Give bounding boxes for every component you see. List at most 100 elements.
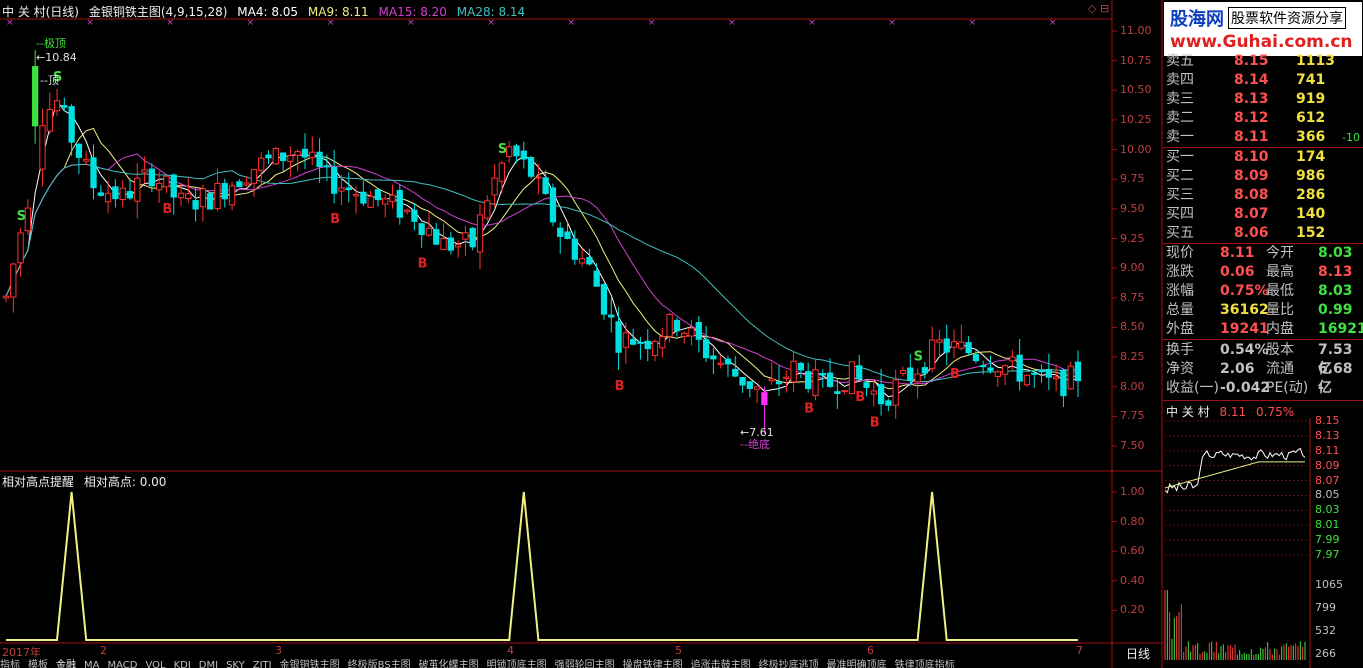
orderbook-row: 卖五 8.15 1113 xyxy=(1166,52,1362,71)
candle-body xyxy=(134,177,141,202)
buy-signal-label: B xyxy=(804,402,814,417)
buy-signal-label: B xyxy=(615,379,625,394)
orderbook-volume: 174 xyxy=(1296,149,1326,165)
indicator-tab[interactable]: ZJTJ xyxy=(253,660,272,668)
ma4-value: MA4: 8.05 xyxy=(237,5,299,19)
candle-body xyxy=(950,341,958,348)
candle-body xyxy=(112,186,119,200)
sell-signal-label: S xyxy=(914,349,923,364)
intraday-tick-label: 8.07 xyxy=(1315,473,1340,487)
candle-body xyxy=(389,194,396,203)
indicator-tab[interactable]: 强弱轮回主图 xyxy=(555,660,615,668)
indicator-tab[interactable]: 明锁顶底主图 xyxy=(487,660,547,668)
quote-label: 流通 xyxy=(1266,361,1294,377)
candle-body xyxy=(775,381,783,385)
quote-value: 8.03 xyxy=(1318,283,1353,299)
candle-body xyxy=(965,342,972,354)
candle-body xyxy=(221,183,228,200)
lower-tick-label: 1.00 xyxy=(1120,485,1145,498)
indicator-tab[interactable]: MACD xyxy=(107,660,137,668)
indicator-tab[interactable]: 金银铜铁主图 xyxy=(280,660,340,668)
candle-body xyxy=(39,125,46,170)
buy-signal-label: B xyxy=(870,415,880,430)
indicator-tab[interactable]: 操盘铁律主图 xyxy=(623,660,683,668)
candle-body xyxy=(557,227,564,237)
lower-tick-label: 0.40 xyxy=(1120,573,1145,587)
candle-body xyxy=(148,168,155,187)
candle-body xyxy=(411,209,418,222)
orderbook-row: 卖四 8.14 741 xyxy=(1166,71,1362,90)
candle-body xyxy=(214,182,221,210)
candle-body xyxy=(513,145,520,157)
indicator-tab[interactable]: 指标 xyxy=(0,660,20,668)
candle-body xyxy=(433,229,440,245)
price-gridlines xyxy=(1112,30,1117,611)
indicator-tab[interactable]: MA xyxy=(84,660,99,668)
candle-body xyxy=(994,371,1001,377)
orderbook-price: 8.12 xyxy=(1234,110,1269,126)
candle-body xyxy=(805,371,812,390)
candle-body xyxy=(688,327,695,337)
indicator-tab[interactable]: SKY xyxy=(226,660,245,668)
candle-body xyxy=(615,321,622,353)
indicator-tab[interactable]: KDJ xyxy=(174,660,191,668)
candle-body xyxy=(403,209,411,213)
price-tick-label: 7.75 xyxy=(1120,409,1145,423)
candle-body xyxy=(279,152,287,162)
candle-body xyxy=(885,400,892,406)
window-controls-icon[interactable]: ◇ ⊟ xyxy=(1088,2,1109,15)
orderbook-price: 8.07 xyxy=(1234,206,1269,222)
indicator-tab[interactable]: 终极版BS主图 xyxy=(348,660,411,668)
orderbook-row: 买二 8.09 986 xyxy=(1166,167,1362,186)
candle-body xyxy=(564,231,571,239)
candle-body xyxy=(848,361,856,395)
candle-body xyxy=(622,332,630,348)
top-marker-icon: × xyxy=(808,18,816,28)
orderbook-label: 卖一 xyxy=(1166,129,1194,145)
intraday-price-line xyxy=(1164,447,1306,494)
candle-body xyxy=(1009,356,1016,362)
orderbook-volume: 986 xyxy=(1296,168,1326,184)
orderbook-volume: 140 xyxy=(1296,206,1326,222)
indicator-tab[interactable]: VOL xyxy=(145,660,165,668)
orderbook-price: 8.09 xyxy=(1234,168,1269,184)
quote-label: 股本 xyxy=(1266,342,1294,358)
candle-body xyxy=(630,339,637,345)
indicator-tab[interactable]: 金融 xyxy=(56,660,76,668)
intraday-chart xyxy=(1164,418,1311,668)
candle-body xyxy=(498,162,506,182)
quote-value: 0.75% xyxy=(1220,283,1269,299)
period-label[interactable]: 日线 xyxy=(1126,645,1150,662)
candle-body xyxy=(32,66,39,127)
quote-value: 8.13 xyxy=(1318,264,1353,280)
indicator-tab[interactable]: 追涨击鼓主图 xyxy=(691,660,751,668)
orderbook-label: 卖四 xyxy=(1166,72,1194,88)
candle-body xyxy=(710,355,717,360)
quote-label: 净资 xyxy=(1166,361,1194,377)
candle-body xyxy=(236,181,243,188)
signals: SSSSBBBBBBBB× × × × × × × × × × × × × × xyxy=(6,18,1056,430)
price-tick-label: 11.00 xyxy=(1120,24,1152,37)
candle-body xyxy=(316,151,323,168)
buy-signal-label: B xyxy=(162,202,172,217)
quote-value: 36162 xyxy=(1220,302,1269,318)
candle-body xyxy=(826,372,834,387)
volume-tick-label: 266 xyxy=(1315,647,1336,660)
candle-body xyxy=(1031,372,1038,375)
candle-body xyxy=(578,258,586,264)
top-marker-icon: × xyxy=(969,18,977,28)
price-tick-label: 8.50 xyxy=(1120,320,1145,334)
indicator-tab[interactable]: 最准明确顶底 xyxy=(827,660,887,668)
indicator-tab[interactable]: DMI xyxy=(199,660,218,668)
candle-body xyxy=(1074,361,1082,382)
buy-signal-label: B xyxy=(950,367,960,382)
candle-body xyxy=(783,376,790,380)
indicator-tab[interactable]: 模板 xyxy=(28,660,48,668)
indicator-tab[interactable]: 破茧化蝶主图 xyxy=(419,660,479,668)
candle-body xyxy=(331,166,338,194)
candle-body xyxy=(46,109,53,132)
indicator-tab[interactable]: 铁律顶底指标 xyxy=(895,660,955,668)
indicator-tab[interactable]: 终极抄底逃顶 xyxy=(759,660,819,668)
quote-label: PE(动) xyxy=(1266,380,1309,396)
lower-header: 相对高点提醒 相对高点: 0.00 xyxy=(2,473,166,490)
